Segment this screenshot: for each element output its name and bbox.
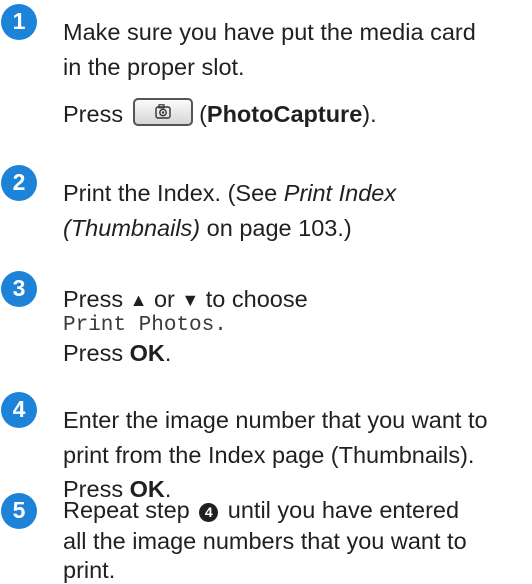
- step-text-line: Press OK.: [63, 339, 171, 367]
- step-number-badge: 3: [1, 271, 37, 307]
- press-button-instruction: Press (PhotoCapture).: [63, 98, 377, 128]
- step-text-line: Enter the image number that you want to: [63, 407, 488, 433]
- step-reference-badge: 4: [199, 503, 219, 522]
- step-number-badge: 5: [1, 493, 37, 529]
- step-text-line: Print the Index. (See Print Index: [63, 179, 396, 207]
- step-text-line: print from the Index page (Thumbnails).: [63, 442, 475, 468]
- print-index-link-text: Print Index: [283, 180, 397, 206]
- step-number-badge: 1: [1, 4, 37, 40]
- step-text: Repeat step: [63, 497, 197, 523]
- step-text: or: [147, 286, 182, 312]
- step-text-line: print.: [63, 557, 116, 583]
- thumbnails-link-text: (Thumbnails): [63, 215, 201, 241]
- step-text-line: (Thumbnails) on page 103.): [63, 214, 352, 242]
- up-arrow-icon: ▲: [129, 290, 148, 310]
- press-label: Press: [63, 340, 130, 366]
- photocapture-label: PhotoCapture: [206, 101, 363, 127]
- step-text-line: Make sure you have put the media card: [63, 19, 476, 45]
- step-text: until you have entered: [221, 497, 460, 523]
- step-text: .: [164, 340, 172, 366]
- step-number-badge: 2: [1, 165, 37, 201]
- open-paren: (: [199, 101, 207, 127]
- press-label: Press: [63, 101, 124, 127]
- menu-option-print-photos: Print Photos.: [63, 314, 227, 337]
- step-text: to choose: [199, 286, 308, 312]
- ok-key-label: OK: [129, 340, 165, 366]
- step-text: Press: [63, 286, 130, 312]
- step-number-badge: 4: [1, 392, 37, 428]
- step-text-line: Repeat step 4 until you have entered: [63, 496, 459, 524]
- step-text-line: Press ▲ or ▼ to choose: [63, 285, 308, 314]
- close-paren: ).: [362, 101, 377, 127]
- photocapture-button[interactable]: [133, 98, 194, 126]
- step-text: Print the Index. (See: [63, 180, 284, 206]
- camera-icon: [155, 104, 171, 119]
- step-text-line: in the proper slot.: [63, 54, 245, 80]
- step-text: on page 103.): [200, 215, 352, 241]
- step-text-line: all the image numbers that you want to: [63, 528, 467, 554]
- down-arrow-icon: ▼: [181, 290, 200, 310]
